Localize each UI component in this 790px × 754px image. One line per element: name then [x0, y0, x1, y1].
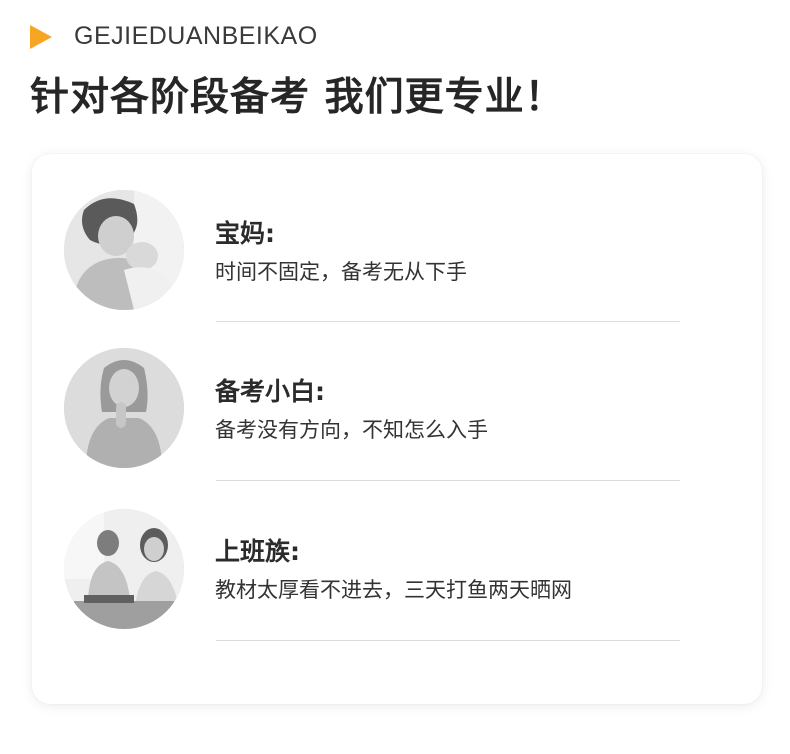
mother-with-baby-photo: [64, 190, 184, 310]
persona-description: 教材太厚看不进去，三天打鱼两天晒网: [215, 578, 572, 602]
persona-title: 上班族:: [215, 537, 300, 566]
persona-item-mom: 宝妈: 时间不固定，备考无从下手: [32, 154, 762, 322]
avatar-office-workers: [64, 509, 184, 629]
divider: [216, 640, 680, 641]
page-title: 针对各阶段备考 我们更专业！: [30, 75, 565, 120]
avatar-mother-with-baby: [64, 190, 184, 310]
persona-title: 备考小白:: [215, 377, 325, 406]
header-tag-text: GEJIEDUANBEIKAO: [74, 22, 318, 50]
avatar-thinking-woman: [64, 348, 184, 468]
thinking-woman-photo: [64, 348, 184, 468]
persona-card: 宝妈: 时间不固定，备考无从下手 备考小白: 备考没有方向，不知怎么入手 上班族…: [32, 154, 762, 704]
office-workers-photo: [64, 509, 184, 629]
persona-description: 备考没有方向，不知怎么入手: [215, 418, 488, 442]
persona-title: 宝妈:: [215, 219, 275, 248]
play-triangle-icon: [30, 24, 52, 49]
header-tag: GEJIEDUANBEIKAO: [30, 22, 318, 51]
persona-item-beginner: 备考小白: 备考没有方向，不知怎么入手: [32, 314, 762, 481]
persona-description: 时间不固定，备考无从下手: [215, 260, 467, 284]
persona-item-office-worker: 上班族: 教材太厚看不进去，三天打鱼两天晒网: [32, 474, 762, 641]
